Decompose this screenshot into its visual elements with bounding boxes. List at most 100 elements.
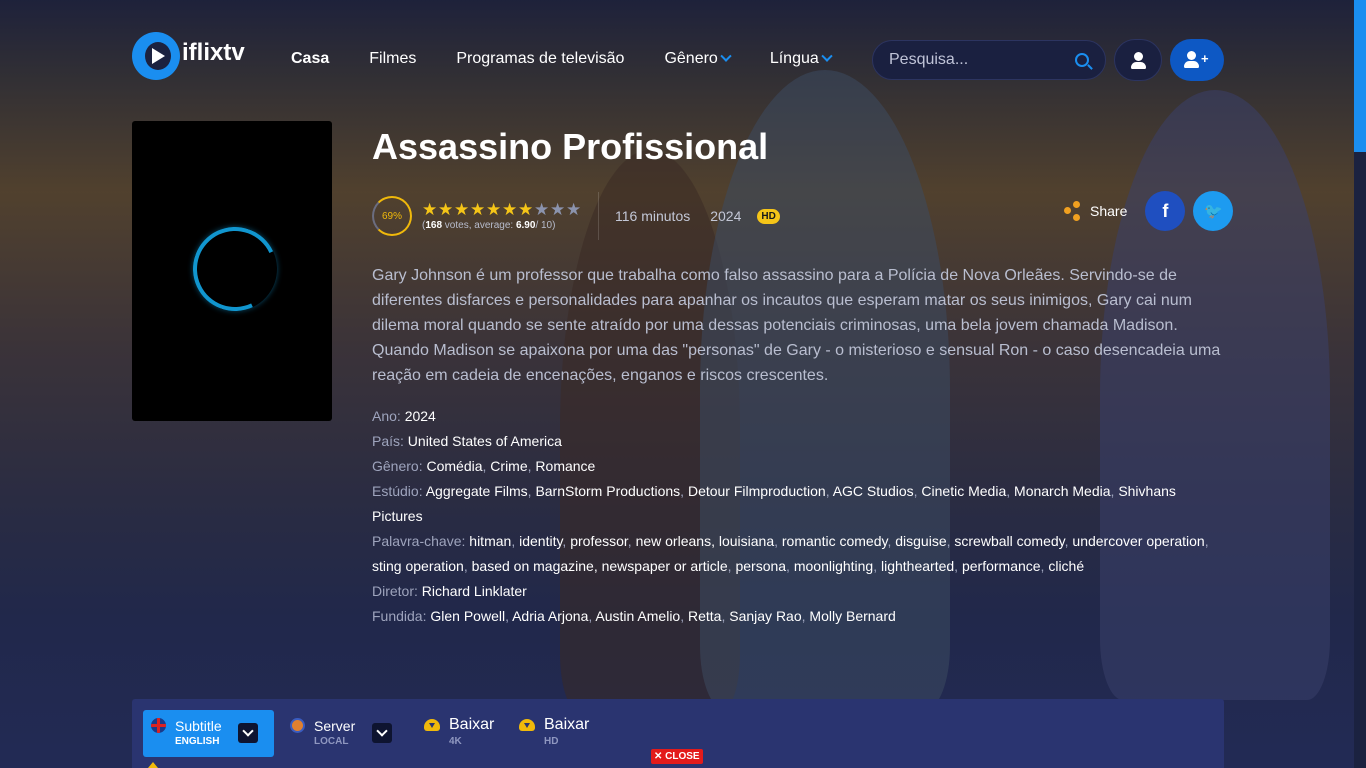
fact-link[interactable]: Detour Filmproduction	[688, 483, 826, 499]
twitter-share-button[interactable]: 🐦	[1193, 191, 1234, 231]
star-icon[interactable]: ★	[566, 201, 582, 218]
close-ad-button[interactable]: ✕ CLOSE	[651, 749, 703, 764]
separator: ,	[627, 533, 636, 549]
star-icon[interactable]: ★	[422, 201, 438, 218]
fact-link[interactable]: Richard Linklater	[422, 583, 527, 599]
fact-link[interactable]: cliché	[1048, 558, 1084, 574]
user-plus-icon-body	[1184, 61, 1199, 68]
fact-link[interactable]: Monarch Media	[1014, 483, 1111, 499]
star-rating[interactable]: ★ ★ ★ ★ ★ ★ ★ ★ ★ ★ (168 votes, average: 6.90/ 10…	[422, 201, 582, 231]
user-icon-body	[1131, 62, 1146, 69]
star-icon[interactable]: ★	[550, 201, 566, 218]
download-4k-button[interactable]: Baixar	[449, 716, 494, 734]
fact-link[interactable]: Sanjay Rao	[729, 608, 801, 624]
fact-link[interactable]: performance	[962, 558, 1041, 574]
fact-link[interactable]: Crime	[490, 458, 527, 474]
subtitle-value: ENGLISH	[175, 736, 220, 747]
search-box	[872, 40, 1106, 80]
fact-row: Gênero: Comédia, Crime, Romance	[372, 454, 1224, 479]
fact-link[interactable]: based on magazine, newspaper or article	[472, 558, 728, 574]
nav-item-label: Programas de televisão	[456, 50, 625, 67]
nav-item-label: Língua	[769, 50, 819, 67]
fact-link[interactable]: sting operation	[372, 558, 464, 574]
register-button[interactable]: +	[1170, 39, 1224, 81]
warning-icon	[148, 762, 158, 768]
chevron-down-icon[interactable]	[238, 723, 258, 743]
fact-link[interactable]: 2024	[405, 408, 436, 424]
movie-poster	[132, 121, 332, 421]
fact-link[interactable]: disguise	[895, 533, 946, 549]
main-nav: Casa Filmes Programas de televisão Gênero Lí…	[291, 50, 871, 68]
nav-item-0[interactable]: Casa	[291, 50, 329, 68]
fact-link[interactable]: undercover operation	[1072, 533, 1204, 549]
fact-row: Ano: 2024	[372, 404, 1224, 429]
fact-label: Fundida:	[372, 608, 427, 624]
fact-link[interactable]: Adria Arjona	[512, 608, 588, 624]
star-icon[interactable]: ★	[534, 201, 550, 218]
download-4k-quality: 4K	[449, 736, 462, 747]
separator: ,	[463, 558, 472, 574]
subtitle-selector[interactable]: Subtitle ENGLISH	[143, 710, 274, 757]
movie-overview: Gary Johnson é um professor que trabalha…	[372, 267, 1221, 384]
separator: ,	[954, 558, 962, 574]
fact-link[interactable]: moonlighting	[794, 558, 873, 574]
star-row[interactable]: ★ ★ ★ ★ ★ ★ ★ ★ ★ ★	[422, 201, 582, 218]
fact-link[interactable]: hitman	[469, 533, 511, 549]
fact-link[interactable]: persona	[735, 558, 786, 574]
facebook-share-button[interactable]: f	[1145, 191, 1186, 231]
fact-label: Estúdio:	[372, 483, 423, 499]
download-hd-button[interactable]: Baixar	[544, 716, 589, 734]
download-hd-quality: HD	[544, 736, 559, 747]
nav-item-1[interactable]: Filmes	[369, 50, 416, 68]
fact-label: Diretor:	[372, 583, 418, 599]
fact-link[interactable]: lighthearted	[881, 558, 954, 574]
fact-link[interactable]: Romance	[535, 458, 595, 474]
separator: ,	[680, 483, 688, 499]
star-icon[interactable]: ★	[486, 201, 502, 218]
server-label[interactable]: Server	[314, 718, 355, 734]
star-icon[interactable]: ★	[454, 201, 470, 218]
fact-link[interactable]: Austin Amelio	[595, 608, 680, 624]
star-icon[interactable]: ★	[518, 201, 534, 218]
quality-badge: HD	[757, 208, 780, 224]
star-icon[interactable]: ★	[502, 201, 518, 218]
plus-glyph: +	[1201, 51, 1209, 66]
logo-text: iflixtv	[182, 39, 245, 66]
fact-link[interactable]: screwball comedy	[954, 533, 1064, 549]
fact-link[interactable]: identity	[519, 533, 562, 549]
star-icon[interactable]: ★	[470, 201, 486, 218]
site-logo[interactable]: iflixtv	[132, 32, 245, 80]
fact-link[interactable]: new orleans, louisiana	[636, 533, 775, 549]
fact-link[interactable]: Molly Bernard	[809, 608, 895, 624]
fact-link[interactable]: BarnStorm Productions	[535, 483, 680, 499]
fact-row: Estúdio: Aggregate Films, BarnStorm Prod…	[372, 479, 1224, 529]
fact-link[interactable]: Aggregate Films	[426, 483, 528, 499]
user-icon	[1134, 52, 1143, 61]
login-button[interactable]	[1114, 39, 1162, 81]
fact-link[interactable]: United States of America	[408, 433, 562, 449]
separator: ,	[873, 558, 881, 574]
fact-link[interactable]: romantic comedy	[782, 533, 888, 549]
fact-link[interactable]: Comédia	[426, 458, 482, 474]
twitter-icon: 🐦	[1204, 203, 1223, 220]
star-icon[interactable]: ★	[438, 201, 454, 218]
fact-link[interactable]: Glen Powell	[430, 608, 505, 624]
fact-link[interactable]: AGC Studios	[833, 483, 914, 499]
votes-summary: (168 votes, average: 6.90/ 10)	[422, 220, 582, 231]
chevron-down-icon	[720, 50, 732, 62]
search-input[interactable]	[889, 51, 1059, 69]
votes-text: votes, average:	[442, 220, 516, 231]
nav-item-4[interactable]: Língua	[769, 50, 833, 68]
nav-item-label: Filmes	[369, 50, 417, 67]
server-chevron-down-icon[interactable]	[372, 723, 392, 743]
fact-link[interactable]: Retta	[688, 608, 721, 624]
movie-meta: 69% ★ ★ ★ ★ ★ ★ ★ ★ ★ ★ (168 votes, average: 6.90…	[372, 192, 780, 240]
nav-item-3[interactable]: Gênero	[664, 50, 732, 68]
fact-link[interactable]: Cinetic Media	[921, 483, 1006, 499]
nav-item-2[interactable]: Programas de televisão	[456, 50, 624, 68]
fact-link[interactable]: professor	[570, 533, 628, 549]
server-value: LOCAL	[314, 736, 349, 747]
separator: ,	[511, 533, 520, 549]
facebook-icon: f	[1162, 200, 1169, 221]
search-icon[interactable]	[1075, 53, 1089, 67]
